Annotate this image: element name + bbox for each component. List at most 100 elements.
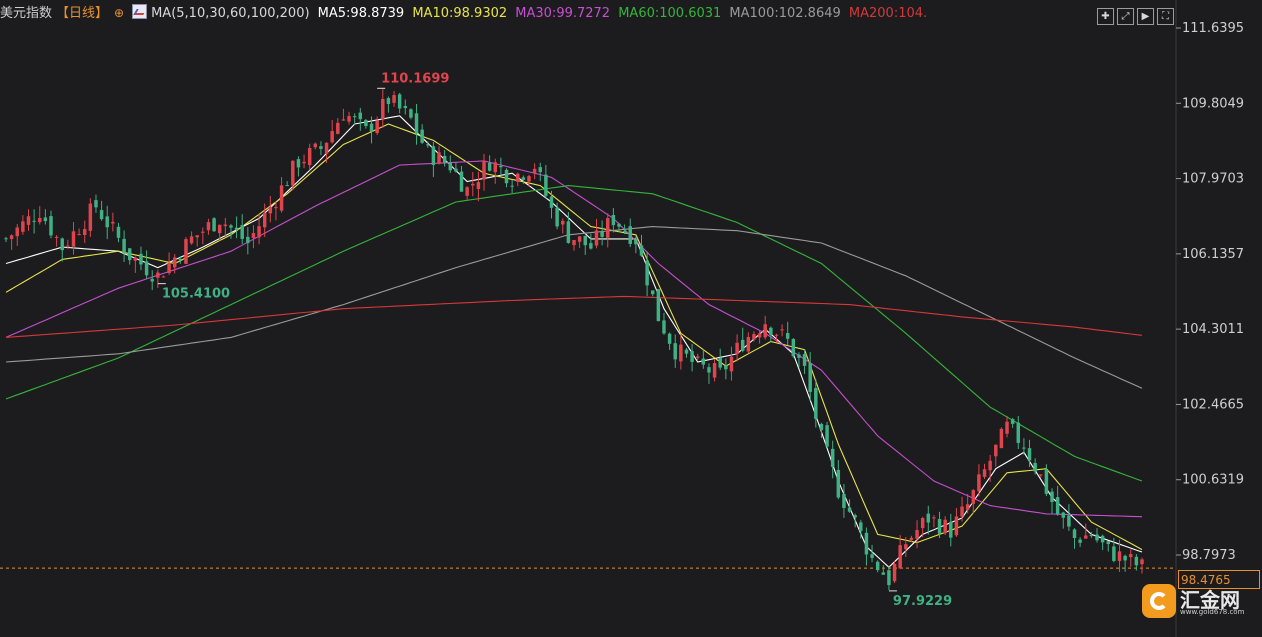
candle-body [448, 162, 453, 171]
candle-body [330, 131, 334, 143]
ma100-line [5, 226, 1143, 389]
candle-body [769, 327, 773, 335]
candlestick-chart[interactable]: 111.6395 109.8049 107.9703 106.1357 104.3011… [0, 0, 1262, 637]
candle-body [82, 229, 87, 235]
y-tick-label: 107.9703 [1182, 172, 1244, 187]
candle-body [757, 333, 762, 338]
y-tick-label: 106.1357 [1182, 247, 1244, 262]
logo-mark-icon [1142, 584, 1176, 618]
candle-body [341, 119, 346, 121]
candle-body [122, 238, 126, 253]
candle-body [915, 530, 919, 539]
candle-body [1084, 535, 1088, 539]
candles [4, 89, 1144, 591]
candle-body [133, 257, 138, 261]
candle-body [724, 365, 728, 370]
annotation-label: 97.9229 [893, 594, 952, 609]
candle-body [150, 278, 154, 282]
ma200-line [5, 295, 1143, 338]
candle-body [319, 146, 323, 149]
candle-body [1027, 448, 1032, 461]
candle-body [392, 95, 396, 103]
candle-body [1010, 419, 1015, 424]
candle-body [201, 231, 205, 233]
candle-body [442, 155, 447, 163]
candle-body [859, 522, 863, 531]
candle-body [172, 257, 177, 268]
candle-body [701, 358, 706, 365]
candle-body [77, 234, 81, 236]
candle-body [577, 236, 582, 242]
candle-body [431, 146, 436, 166]
candle-body [870, 554, 874, 558]
candle-body [217, 224, 222, 234]
candle-body [920, 518, 925, 529]
candle-body [572, 239, 576, 246]
candle-body [521, 177, 526, 180]
candle-body [1106, 541, 1110, 544]
candle-body [15, 227, 19, 237]
candle-body [538, 167, 542, 173]
candle-body [1072, 529, 1077, 539]
candle-body [206, 222, 211, 231]
candle-body [881, 572, 886, 575]
candle-body [291, 160, 295, 186]
candle-body [589, 243, 593, 249]
candle-body [167, 262, 171, 274]
candle-body [853, 515, 857, 518]
candle-body [926, 513, 931, 523]
candle-body [88, 203, 93, 231]
candle-body [785, 333, 790, 339]
candle-body [403, 105, 408, 109]
candle-body [561, 220, 565, 225]
candle-body [246, 236, 250, 244]
annotation-label: 105.4100 [162, 287, 230, 302]
candle-body [555, 207, 559, 227]
candle-body [471, 183, 475, 186]
candle-body [268, 206, 273, 214]
candle-body [898, 545, 902, 569]
candle-body [791, 338, 796, 357]
candle-body [482, 160, 486, 180]
candle-body [971, 490, 976, 504]
candle-body [887, 570, 891, 586]
gold678-logo: 汇金网 www.gold678.com [1140, 580, 1260, 632]
candle-body [617, 223, 621, 227]
candle-body [532, 168, 537, 173]
candle-body [375, 120, 379, 134]
candle-body [797, 354, 801, 358]
candle-body [386, 98, 391, 104]
candle-body [960, 506, 964, 517]
candle-body [656, 289, 661, 322]
candle-body [324, 142, 329, 154]
candle-body [38, 217, 42, 223]
candle-body [223, 224, 228, 227]
candle-body [549, 196, 554, 208]
candle-body [336, 122, 340, 134]
candle-body [527, 176, 531, 182]
candle-body [510, 185, 514, 187]
candle-body [156, 272, 160, 278]
candle-body [774, 334, 779, 336]
candle-body [1050, 491, 1054, 503]
candle-body [611, 214, 616, 226]
candle-body [1123, 555, 1127, 561]
candle-body [836, 469, 841, 498]
candle-body [99, 210, 104, 220]
candle-body [746, 337, 751, 352]
candle-body [594, 230, 599, 246]
candle-body [977, 474, 981, 492]
candle-body [302, 161, 306, 164]
candle-body [1061, 512, 1066, 518]
candle-body [904, 544, 908, 550]
candle-body [212, 218, 216, 232]
candle-body [1117, 551, 1122, 562]
candle-body [892, 563, 897, 582]
candle-body [583, 235, 587, 246]
candle-body [847, 507, 852, 512]
candle-body [161, 276, 166, 278]
candle-body [1067, 515, 1071, 527]
candle-body [662, 320, 666, 334]
candle-body [139, 253, 143, 265]
candle-body [414, 113, 419, 134]
